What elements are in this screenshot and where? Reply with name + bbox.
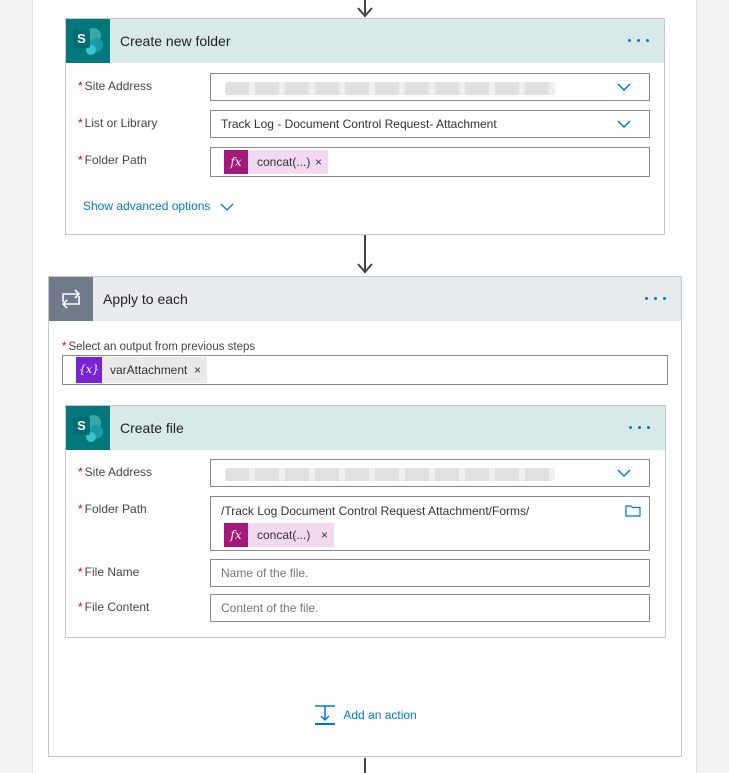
folder-path-input[interactable]: /Track Log Document Control Request Atta… [210,496,650,551]
file-content-label: * File Content [78,600,150,614]
arrow-head-icon [357,263,373,274]
redacted-value [225,82,555,95]
arrow-head-icon [357,7,373,18]
more-options-icon[interactable] [628,32,652,48]
add-action-icon [315,705,335,725]
loop-icon [49,277,93,321]
function-icon: fx [224,150,248,174]
remove-token-icon[interactable]: × [315,150,322,174]
redacted-value [225,468,555,481]
site-address-dropdown[interactable] [210,459,650,487]
add-action-button[interactable]: Add an action [314,704,417,726]
site-address-dropdown[interactable] [210,73,650,101]
card-title: Create file [120,420,184,436]
list-library-value: Track Log - Document Control Request- At… [221,117,497,131]
card-title: Create new folder [120,33,231,49]
remove-token-icon[interactable]: × [321,523,328,547]
folder-path-input[interactable]: fx concat(...) × [210,147,650,177]
chevron-down-icon [220,203,234,211]
site-address-label: * Site Address [78,465,153,479]
file-content-input[interactable] [210,594,650,622]
folder-path-value: /Track Log Document Control Request Atta… [221,504,530,518]
folder-path-label: * Folder Path [78,153,147,167]
chevron-down-icon[interactable] [617,117,631,131]
list-library-label: * List or Library [78,116,158,130]
list-library-dropdown[interactable]: Track Log - Document Control Request- At… [210,110,650,138]
apply-to-each-scope: Apply to each * Select an output from pre… [48,276,682,757]
select-output-input[interactable]: {x} varAttachment × [62,355,668,385]
chevron-down-icon[interactable] [617,80,631,94]
expression-token[interactable]: fx concat(...) × [224,150,328,174]
function-icon: fx [224,523,248,547]
expression-token[interactable]: fx concat(...) × [224,523,334,547]
scope-header[interactable]: Apply to each [49,277,681,321]
card-header[interactable]: S Create file [66,406,665,450]
scope-title: Apply to each [103,291,188,307]
file-name-input[interactable] [210,559,650,587]
variable-token[interactable]: {x} varAttachment × [76,357,207,383]
site-address-label: * Site Address [78,79,153,93]
folder-path-label: * Folder Path [78,502,147,516]
connector-arrow-bottom [364,758,366,773]
sharepoint-icon: S [66,19,110,63]
create-folder-card: S Create new folder * Site Address * List … [65,18,665,235]
more-options-icon[interactable] [645,290,669,306]
select-output-label: * Select an output from previous steps [62,341,256,353]
sharepoint-icon: S [66,406,110,450]
show-advanced-options-link[interactable]: Show advanced options [83,199,234,213]
create-file-card: S Create file * Site Address * Folder Path… [65,405,666,638]
remove-token-icon[interactable]: × [194,357,201,383]
more-options-icon[interactable] [629,419,653,435]
file-name-label: * File Name [78,565,140,579]
chevron-down-icon[interactable] [617,466,631,480]
add-action-label: Add an action [343,708,417,722]
variable-icon: {x} [76,357,102,383]
folder-icon[interactable] [625,504,641,517]
card-header[interactable]: S Create new folder [66,19,664,63]
